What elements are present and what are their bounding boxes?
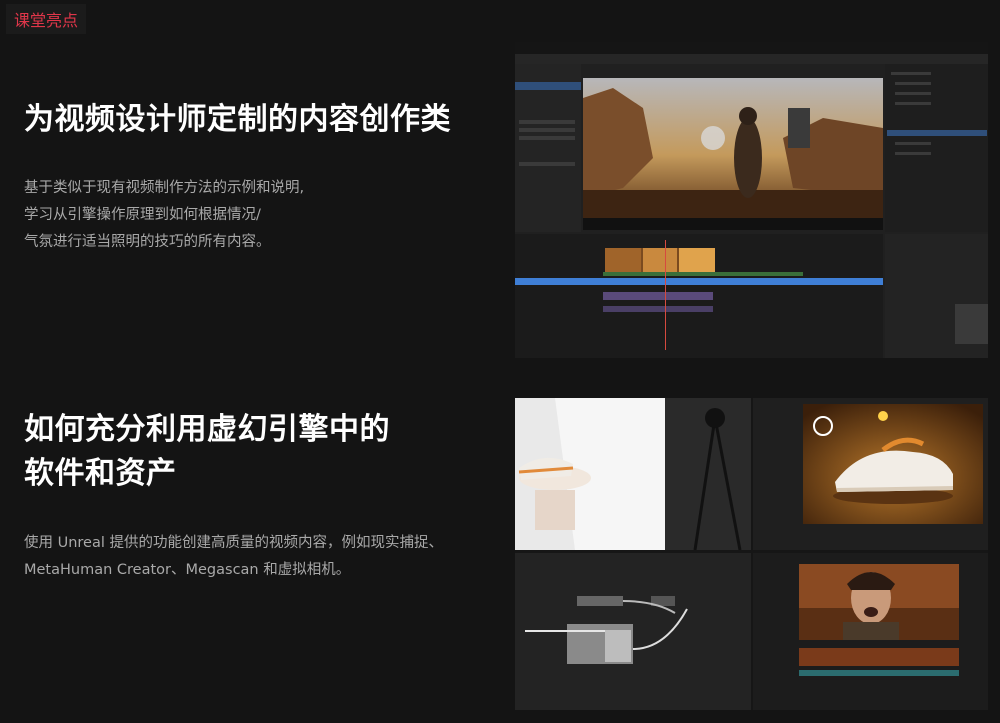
details-panel-highlight [515, 82, 581, 90]
outliner-row [895, 82, 931, 85]
sequencer-selected-track [515, 278, 883, 285]
editor-toolbar [515, 54, 988, 64]
editor-screenshot-sequencer [515, 42, 988, 358]
outliner-row [895, 152, 931, 155]
details-row [519, 128, 575, 132]
outliner-selected-row [887, 130, 987, 136]
notification-popup [955, 304, 988, 344]
outliner-panel [885, 64, 988, 232]
photo-capture-rig [515, 398, 751, 550]
section2-desc-line: MetaHuman Creator、Megascan 和虚拟相机。 [24, 562, 351, 578]
section1-title-line: 为视频设计师定制的内容创作类 [24, 102, 451, 137]
section1-desc-line: 基于类似于现有视频制作方法的示例和说明, [24, 180, 305, 196]
section1-desc-line: 气氛进行适当照明的技巧的所有内容。 [24, 234, 271, 250]
section2-title: 如何充分利用虚幻引擎中的 软件和资产 [24, 408, 390, 496]
viewport-desert-scene [583, 78, 883, 218]
viewport-playback-bar [583, 218, 883, 230]
outliner-row [895, 92, 931, 95]
outliner-row [891, 72, 931, 75]
details-row [519, 136, 575, 140]
section2-description: 使用 Unreal 提供的功能创建高质量的视频内容，例如现实捕捉、 MetaHu… [24, 530, 443, 584]
section1-title: 为视频设计师定制的内容创作类 [24, 98, 451, 142]
sequencer-green-track [603, 272, 803, 276]
details-row [519, 120, 575, 124]
timeline-track [799, 670, 959, 676]
timeline-track [799, 648, 959, 666]
outliner-row [895, 142, 931, 145]
sequencer-clip [603, 306, 713, 312]
section2-desc-line: 使用 Unreal 提供的功能创建高质量的视频内容，例如现实捕捉、 [24, 535, 443, 551]
editor-screenshot-collage [515, 398, 988, 710]
sequencer-clip [603, 292, 713, 300]
sequencer-thumbnails [605, 248, 715, 272]
details-row [519, 162, 575, 166]
graph-wires [525, 600, 688, 650]
viewport-metahuman [799, 564, 959, 640]
section2-title-line: 软件和资产 [24, 456, 177, 491]
editor-menu-bar [515, 42, 988, 54]
viewport-shoe-render [803, 404, 983, 524]
outliner-row [895, 102, 931, 105]
section-tag: 课堂亮点 [6, 4, 86, 34]
sequencer-playhead [665, 240, 666, 350]
section2-title-line: 如何充分利用虚幻引擎中的 [24, 412, 390, 447]
section1-desc-line: 学习从引擎操作原理到如何根据情况/ [24, 207, 261, 223]
section1-description: 基于类似于现有视频制作方法的示例和说明, 学习从引擎操作原理到如何根据情况/ 气… [24, 175, 304, 256]
